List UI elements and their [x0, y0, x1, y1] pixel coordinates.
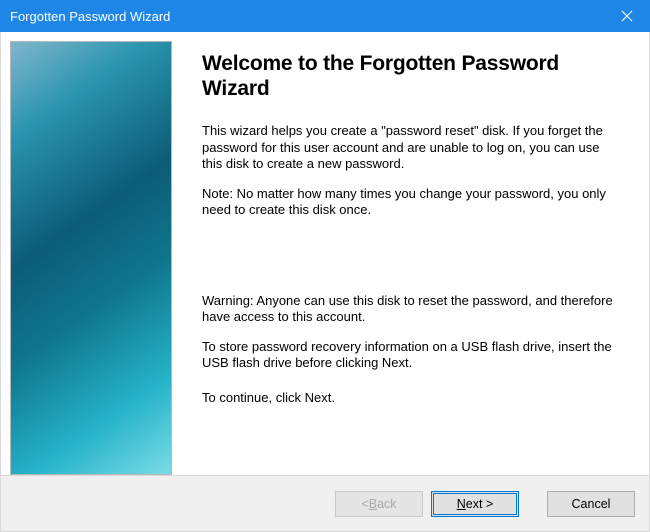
titlebar: Forgotten Password Wizard [0, 0, 650, 32]
window-title: Forgotten Password Wizard [10, 9, 170, 24]
wizard-footer: < Back Next > Cancel [1, 475, 649, 531]
window-body: Welcome to the Forgotten Password Wizard… [0, 32, 650, 532]
cancel-button[interactable]: Cancel [547, 491, 635, 517]
back-accel: B [369, 497, 377, 511]
wizard-note-text: Note: No matter how many times you chang… [202, 186, 618, 219]
wizard-intro-text: This wizard helps you create a "password… [202, 123, 618, 172]
wizard-main-panel: Welcome to the Forgotten Password Wizard… [172, 41, 640, 475]
wizard-usb-text: To store password recovery information o… [202, 339, 618, 372]
close-button[interactable] [604, 0, 650, 32]
close-icon [621, 10, 633, 22]
wizard-continue-text: To continue, click Next. [202, 390, 618, 406]
wizard-heading: Welcome to the Forgotten Password Wizard [202, 51, 618, 101]
next-suffix: ext > [466, 497, 493, 511]
cancel-label: Cancel [572, 497, 611, 511]
wizard-side-graphic [10, 41, 172, 475]
back-button: < Back [335, 491, 423, 517]
next-accel: N [457, 497, 466, 511]
next-button[interactable]: Next > [431, 491, 519, 517]
back-suffix: ack [377, 497, 396, 511]
back-prefix: < [361, 497, 368, 511]
wizard-warning-text: Warning: Anyone can use this disk to res… [202, 293, 618, 326]
content-area: Welcome to the Forgotten Password Wizard… [1, 32, 649, 475]
